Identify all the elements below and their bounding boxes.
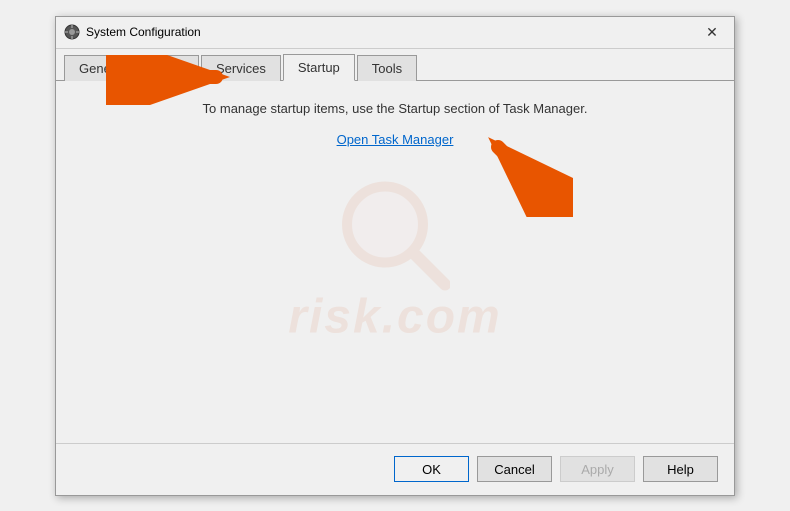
- app-icon: [64, 24, 80, 40]
- tabs-bar: General Boot Services Startup Tools: [56, 49, 734, 81]
- content-area: risk.com To manage startup items, use th…: [56, 81, 734, 443]
- tab-general[interactable]: General: [64, 55, 140, 81]
- magnify-watermark: [340, 179, 450, 299]
- watermark-text: risk.com: [288, 289, 501, 344]
- tab-startup[interactable]: Startup: [283, 54, 355, 81]
- open-task-manager-link[interactable]: Open Task Manager: [337, 132, 454, 147]
- ok-button[interactable]: OK: [394, 456, 469, 482]
- watermark-logo: [340, 179, 450, 299]
- window-title: System Configuration: [86, 25, 698, 39]
- cancel-button[interactable]: Cancel: [477, 456, 552, 482]
- tabs-wrapper: General Boot Services Startup Tools: [56, 49, 734, 81]
- help-button[interactable]: Help: [643, 456, 718, 482]
- link-wrapper: Open Task Manager: [337, 132, 454, 147]
- startup-info-text: To manage startup items, use the Startup…: [203, 101, 588, 116]
- close-button[interactable]: ✕: [698, 18, 726, 46]
- title-bar: System Configuration ✕: [56, 17, 734, 49]
- tab-services[interactable]: Services: [201, 55, 281, 81]
- tab-tools[interactable]: Tools: [357, 55, 417, 81]
- button-bar: OK Cancel Apply Help: [56, 443, 734, 495]
- arrow-up-annotation: [483, 137, 573, 217]
- tab-boot[interactable]: Boot: [142, 55, 199, 81]
- system-config-window: System Configuration ✕ General Boot Serv…: [55, 16, 735, 496]
- watermark: risk.com: [56, 179, 734, 344]
- apply-button[interactable]: Apply: [560, 456, 635, 482]
